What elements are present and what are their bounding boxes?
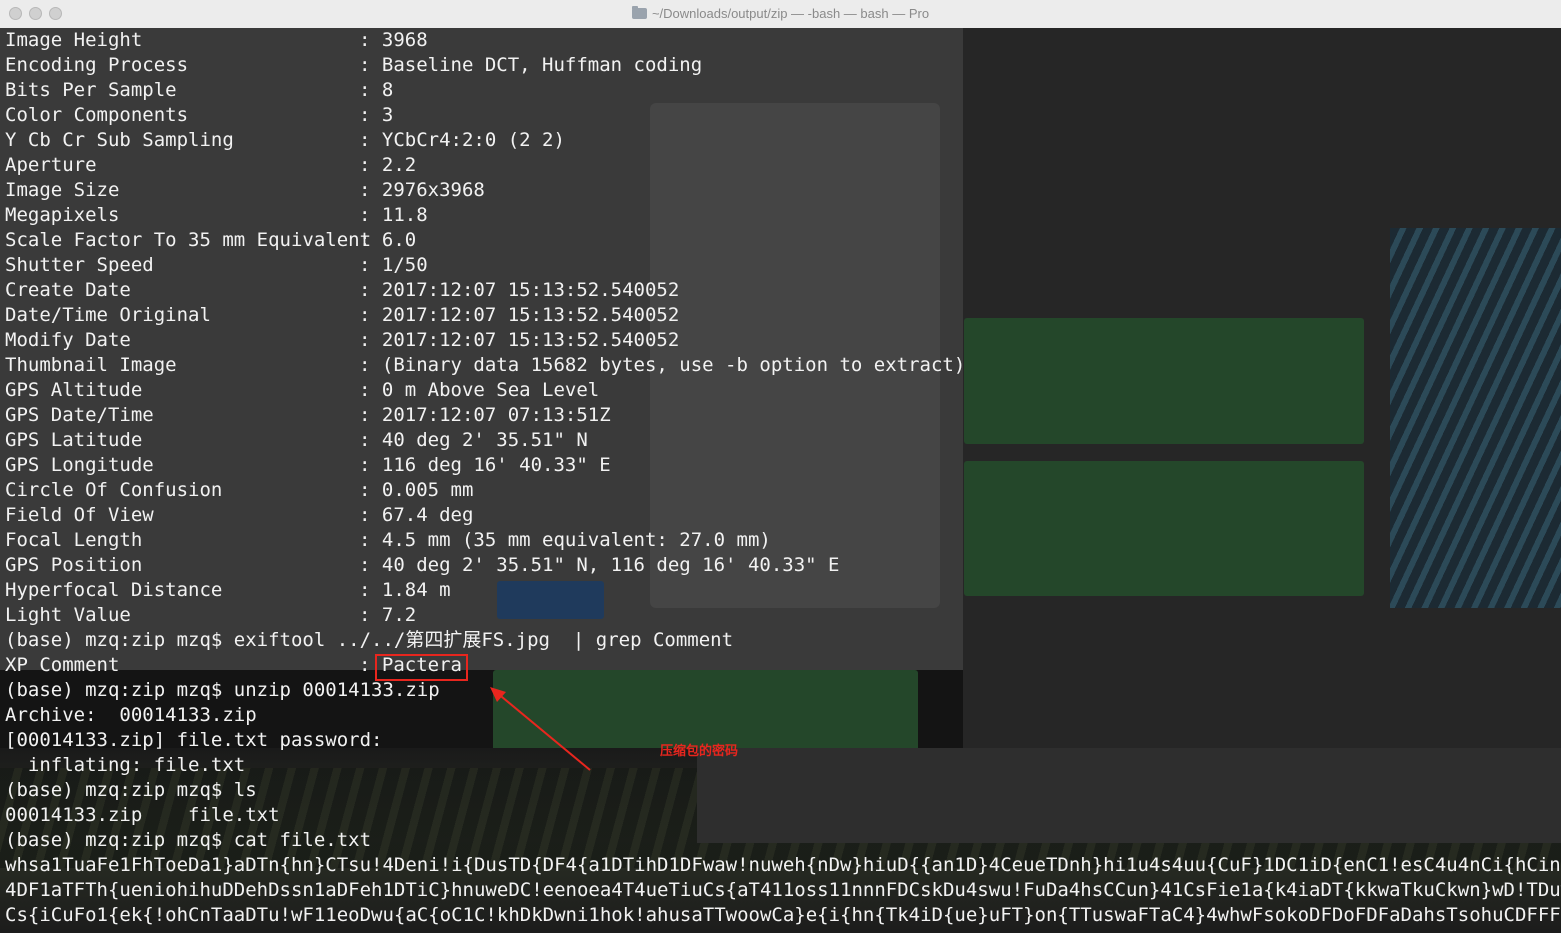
- exif-line: Focal Length: 4.5 mm (35 mm equivalent: …: [5, 529, 771, 551]
- exif-key: Bits Per Sample: [5, 79, 177, 101]
- exif-line: Light Value: 7.2: [5, 604, 417, 626]
- exif-key: Color Components: [5, 104, 189, 126]
- output-line: inflating: file.txt: [5, 754, 246, 776]
- file-content-line: 4DF1aTFTh{ueniohihuDDehDssn1aDFeh1DTiC}h…: [5, 879, 1561, 901]
- exif-line: Shutter Speed: 1/50: [5, 254, 428, 276]
- xp-comment-line: XP Comment: Pactera: [5, 654, 462, 676]
- folder-icon: [631, 6, 647, 19]
- command-line: (base) mzq:zip mzq$ exiftool ../../第四扩展F…: [5, 629, 734, 651]
- exif-line: Thumbnail Image: (Binary data 15682 byte…: [5, 354, 966, 376]
- exif-key: Image Height: [5, 29, 143, 51]
- exif-value: 116 deg 16' 40.33" E: [381, 454, 611, 476]
- xp-comment-key: XP Comment: [5, 654, 120, 676]
- exif-value: 2017:12:07 15:13:52.540052: [381, 304, 680, 326]
- annotation-arrow-icon: [490, 687, 591, 771]
- exif-key: Scale Factor To 35 mm Equivalent: [5, 229, 372, 251]
- exif-line: Bits Per Sample: 8: [5, 79, 394, 101]
- exif-key: Image Size: [5, 179, 120, 201]
- exif-value: 67.4 deg: [381, 504, 474, 526]
- command-line: (base) mzq:zip mzq$ unzip 00014133.zip: [5, 679, 440, 701]
- file-content-line: Cs{iCuFo1{ek{!ohCnTaaDTu!wF11eoDwu{aC{oC…: [5, 904, 1561, 926]
- exif-line: Modify Date: 2017:12:07 15:13:52.540052: [5, 329, 680, 351]
- exif-line: Field Of View: 67.4 deg: [5, 504, 474, 526]
- exif-key: Light Value: [5, 604, 131, 626]
- exif-line: GPS Position: 40 deg 2' 35.51" N, 116 de…: [5, 554, 840, 576]
- exif-value: 6.0: [381, 229, 417, 251]
- exif-line: Hyperfocal Distance: 1.84 m: [5, 579, 451, 601]
- exif-key: Field Of View: [5, 504, 154, 526]
- output-line: Archive: 00014133.zip: [5, 704, 257, 726]
- exif-line: Scale Factor To 35 mm Equivalent: 6.0: [5, 229, 417, 251]
- exif-key: Create Date: [5, 279, 131, 301]
- password-prompt: [00014133.zip] file.txt password:: [5, 729, 383, 751]
- exif-value: 2017:12:07 15:13:52.540052: [381, 279, 680, 301]
- exif-line: Circle Of Confusion: 0.005 mm: [5, 479, 474, 501]
- exif-value: (Binary data 15682 bytes, use -b option …: [381, 354, 966, 376]
- exif-value: 1.84 m: [381, 579, 451, 601]
- exif-key: GPS Longitude: [5, 454, 154, 476]
- exif-value: 40 deg 2' 35.51" N, 116 deg 16' 40.33" E: [381, 554, 840, 576]
- exif-value: 4.5 mm (35 mm equivalent: 27.0 mm): [381, 529, 771, 551]
- exif-key: GPS Date/Time: [5, 404, 154, 426]
- exif-value: 3: [381, 104, 394, 126]
- exif-key: Focal Length: [5, 529, 143, 551]
- exif-value: 2017:12:07 15:13:52.540052: [381, 329, 680, 351]
- exif-key: GPS Altitude: [5, 379, 143, 401]
- exif-key: GPS Position: [5, 554, 143, 576]
- terminal-view[interactable]: Image Height: 3968 Encoding Process: Base…: [0, 28, 1561, 933]
- highlight-box: [375, 654, 468, 681]
- exif-key: Thumbnail Image: [5, 354, 177, 376]
- exif-value: YCbCr4:2:0 (2 2): [381, 129, 565, 151]
- exif-key: Aperture: [5, 154, 97, 176]
- window-titlebar: ~/Downloads/output/zip — -bash — bash — …: [0, 0, 1561, 29]
- exif-value: 7.2: [381, 604, 417, 626]
- exif-value: 2017:12:07 07:13:51Z: [381, 404, 611, 426]
- exif-line: Encoding Process: Baseline DCT, Huffman …: [5, 54, 703, 76]
- exif-key: GPS Latitude: [5, 429, 143, 451]
- exif-key: Date/Time Original: [5, 304, 211, 326]
- exif-value: Baseline DCT, Huffman coding: [381, 54, 703, 76]
- window-title: ~/Downloads/output/zip — -bash — bash — …: [0, 0, 1561, 28]
- exif-value: 2976x3968: [381, 179, 485, 201]
- exif-value: 3968: [381, 29, 428, 51]
- exif-key: Hyperfocal Distance: [5, 579, 223, 601]
- exif-output: Image Height: 3968 Encoding Process: Base…: [5, 28, 1561, 628]
- exif-line: Y Cb Cr Sub Sampling: YCbCr4:2:0 (2 2): [5, 129, 565, 151]
- command-line: (base) mzq:zip mzq$ ls: [5, 779, 257, 801]
- exif-value: 8: [381, 79, 394, 101]
- exif-line: Date/Time Original: 2017:12:07 15:13:52.…: [5, 304, 680, 326]
- exif-line: GPS Date/Time: 2017:12:07 07:13:51Z: [5, 404, 611, 426]
- exif-value: 1/50: [381, 254, 428, 276]
- exif-line: Image Size: 2976x3968: [5, 179, 485, 201]
- exif-key: Shutter Speed: [5, 254, 154, 276]
- exif-line: Megapixels: 11.8: [5, 204, 428, 226]
- exif-key: Modify Date: [5, 329, 131, 351]
- output-line: 00014133.zip file.txt: [5, 804, 280, 826]
- exif-line: GPS Altitude: 0 m Above Sea Level: [5, 379, 600, 401]
- exif-value: 2.2: [381, 154, 417, 176]
- exif-value: 40 deg 2' 35.51" N: [381, 429, 588, 451]
- exif-line: GPS Latitude: 40 deg 2' 35.51" N: [5, 429, 588, 451]
- exif-value: 0.005 mm: [381, 479, 474, 501]
- command-line: (base) mzq:zip mzq$ cat file.txt: [5, 829, 372, 851]
- file-content-line: whsa1TuaFe1FhToeDa1}aDTn{hn}CTsu!4Deni!i…: [5, 854, 1561, 876]
- exif-key: Encoding Process: [5, 54, 189, 76]
- exif-line: Color Components: 3: [5, 104, 394, 126]
- exif-value: 11.8: [381, 204, 428, 226]
- terminal-output: Image Height: 3968 Encoding Process: Base…: [5, 28, 1561, 928]
- exif-line: Image Height: 3968: [5, 29, 428, 51]
- exif-value: 0 m Above Sea Level: [381, 379, 600, 401]
- exif-key: Y Cb Cr Sub Sampling: [5, 129, 234, 151]
- exif-key: Megapixels: [5, 204, 120, 226]
- exif-line: GPS Longitude: 116 deg 16' 40.33" E: [5, 454, 611, 476]
- exif-key: Circle Of Confusion: [5, 479, 223, 501]
- exif-line: Create Date: 2017:12:07 15:13:52.540052: [5, 279, 680, 301]
- window-title-text: ~/Downloads/output/zip — -bash — bash — …: [651, 6, 930, 21]
- exif-line: Aperture: 2.2: [5, 154, 417, 176]
- annotation-label: 压缩包的密码: [660, 743, 739, 758]
